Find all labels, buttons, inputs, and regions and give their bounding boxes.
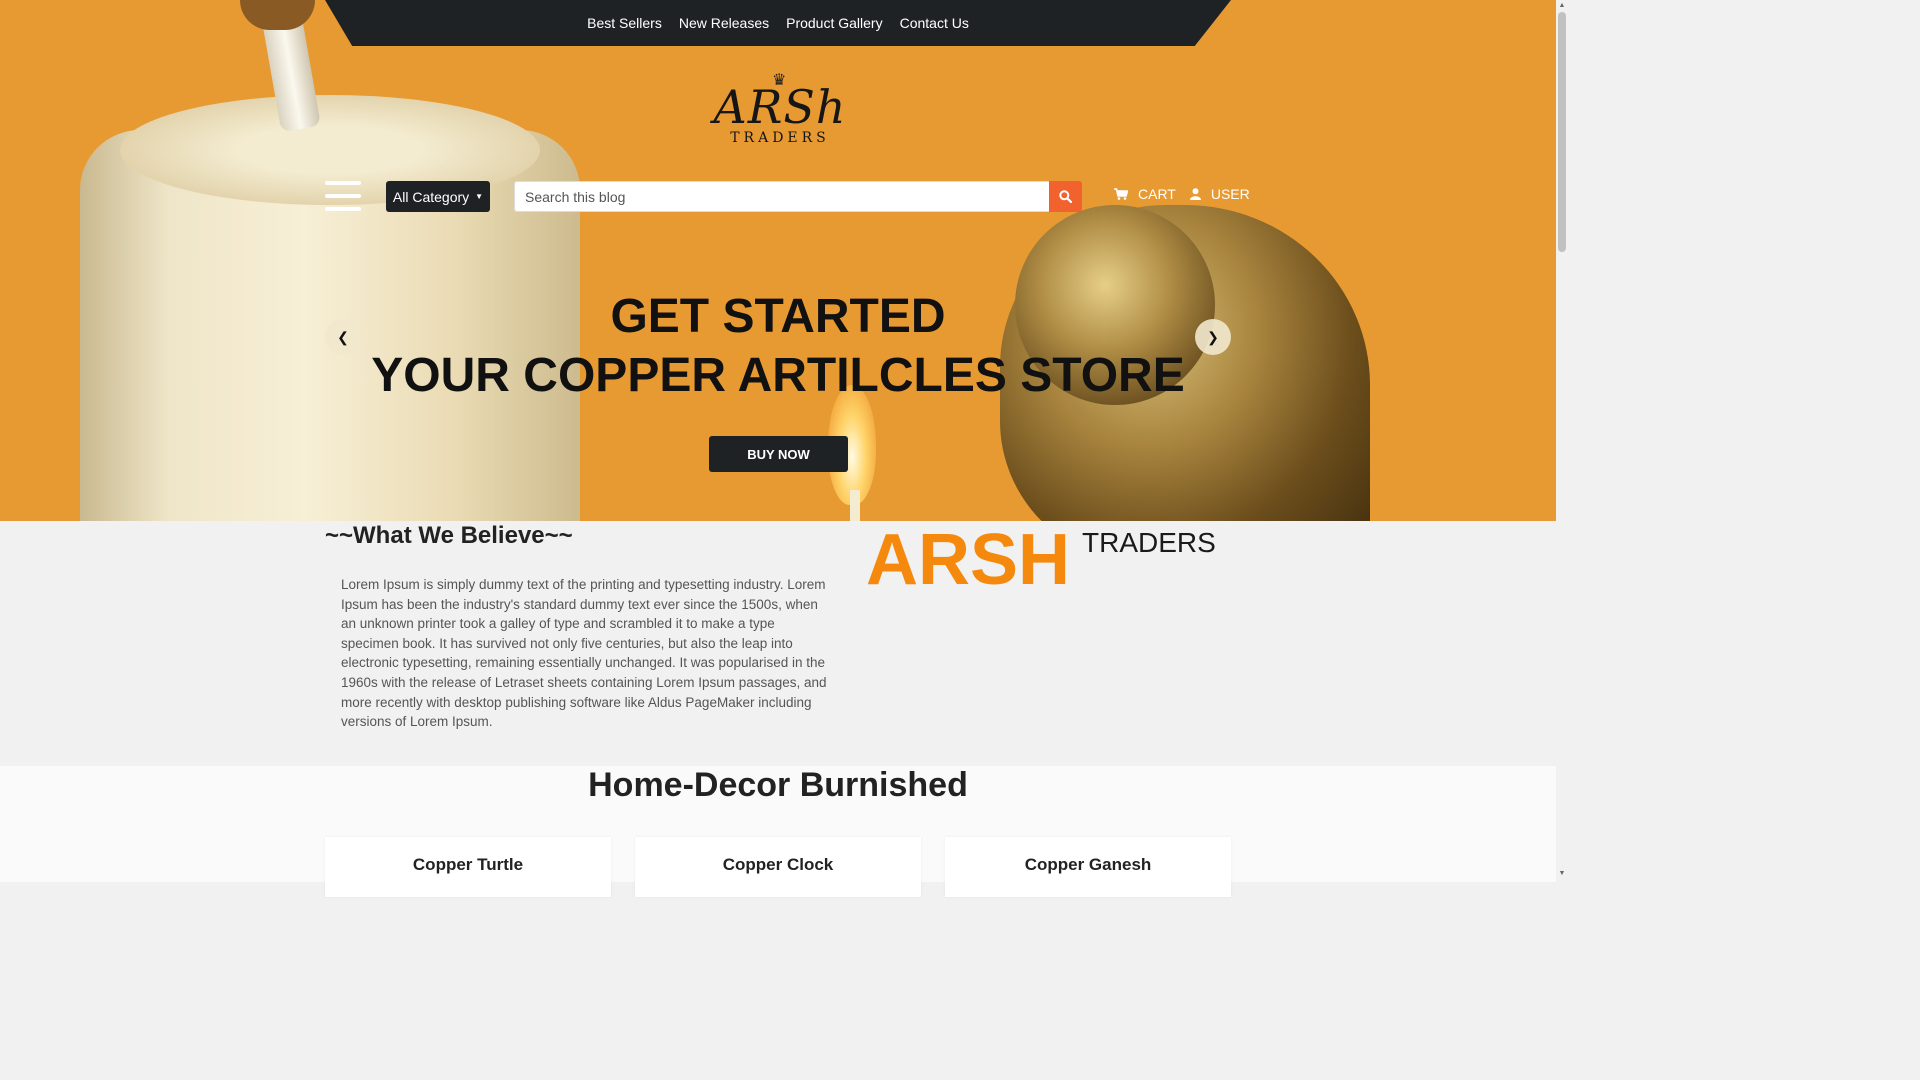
site-logo[interactable]: ♛ ARSh TRADERS	[700, 70, 860, 152]
hamburger-menu-icon[interactable]	[325, 181, 361, 211]
nav-link-contact-us[interactable]: Contact Us	[900, 15, 969, 31]
product-card[interactable]: Copper Clock	[635, 837, 921, 897]
product-card[interactable]: Copper Turtle	[325, 837, 611, 897]
cart-link[interactable]: CART	[1114, 186, 1176, 202]
flame-candle	[850, 490, 860, 521]
brand-name-small: TRADERS	[1082, 527, 1216, 558]
category-dropdown[interactable]: All Category ▼	[386, 181, 490, 212]
user-link[interactable]: USER	[1189, 186, 1250, 202]
product-name: Copper Turtle	[412, 855, 524, 874]
search-input[interactable]	[514, 181, 1050, 212]
scroll-thumb[interactable]	[1558, 12, 1566, 252]
hero-title-line2: YOUR COPPER ARTILCLES STORE	[371, 349, 1185, 402]
search-icon	[1059, 190, 1072, 203]
believe-paragraph: Lorem Ipsum is simply dummy text of the …	[341, 577, 827, 730]
candle-wick-tip	[240, 0, 315, 30]
caret-down-icon: ▼	[475, 192, 484, 201]
hero-title-line1: GET STARTED	[610, 290, 946, 343]
page-scrollbar[interactable]: ▲ ▼	[1556, 0, 1568, 882]
cart-icon	[1114, 188, 1128, 200]
user-icon	[1189, 188, 1201, 200]
search-button[interactable]	[1049, 181, 1082, 212]
brand-name-large: ARSH	[866, 520, 1071, 600]
cart-label: CART	[1138, 186, 1176, 202]
nav-link-best-sellers[interactable]: Best Sellers	[587, 15, 662, 31]
scroll-up-icon[interactable]: ▲	[1558, 2, 1566, 10]
user-label: USER	[1210, 186, 1250, 202]
category-dropdown-label: All Category	[392, 188, 470, 205]
believe-heading: ~~What We Believe~~	[325, 522, 573, 549]
product-name: Copper Ganesh	[1024, 855, 1152, 874]
product-name: Copper Clock	[722, 855, 834, 874]
scroll-down-icon[interactable]: ▼	[1558, 870, 1566, 878]
top-navigation: Best Sellers New Releases Product Galler…	[325, 0, 1231, 46]
nav-link-product-gallery[interactable]: Product Gallery	[786, 15, 882, 31]
user-navigation: CART USER	[1114, 186, 1256, 202]
home-decor-heading: Home-Decor Burnished	[588, 766, 968, 804]
nav-link-new-releases[interactable]: New Releases	[679, 15, 769, 31]
buy-now-button[interactable]: BUY NOW	[709, 436, 848, 472]
logo-main-text: ARSh	[713, 80, 847, 134]
logo-sub-text: TRADERS	[730, 130, 830, 146]
product-card[interactable]: Copper Ganesh	[945, 837, 1231, 897]
hero-heading: GET STARTED YOUR COPPER ARTILCLES STORE	[325, 288, 1231, 406]
